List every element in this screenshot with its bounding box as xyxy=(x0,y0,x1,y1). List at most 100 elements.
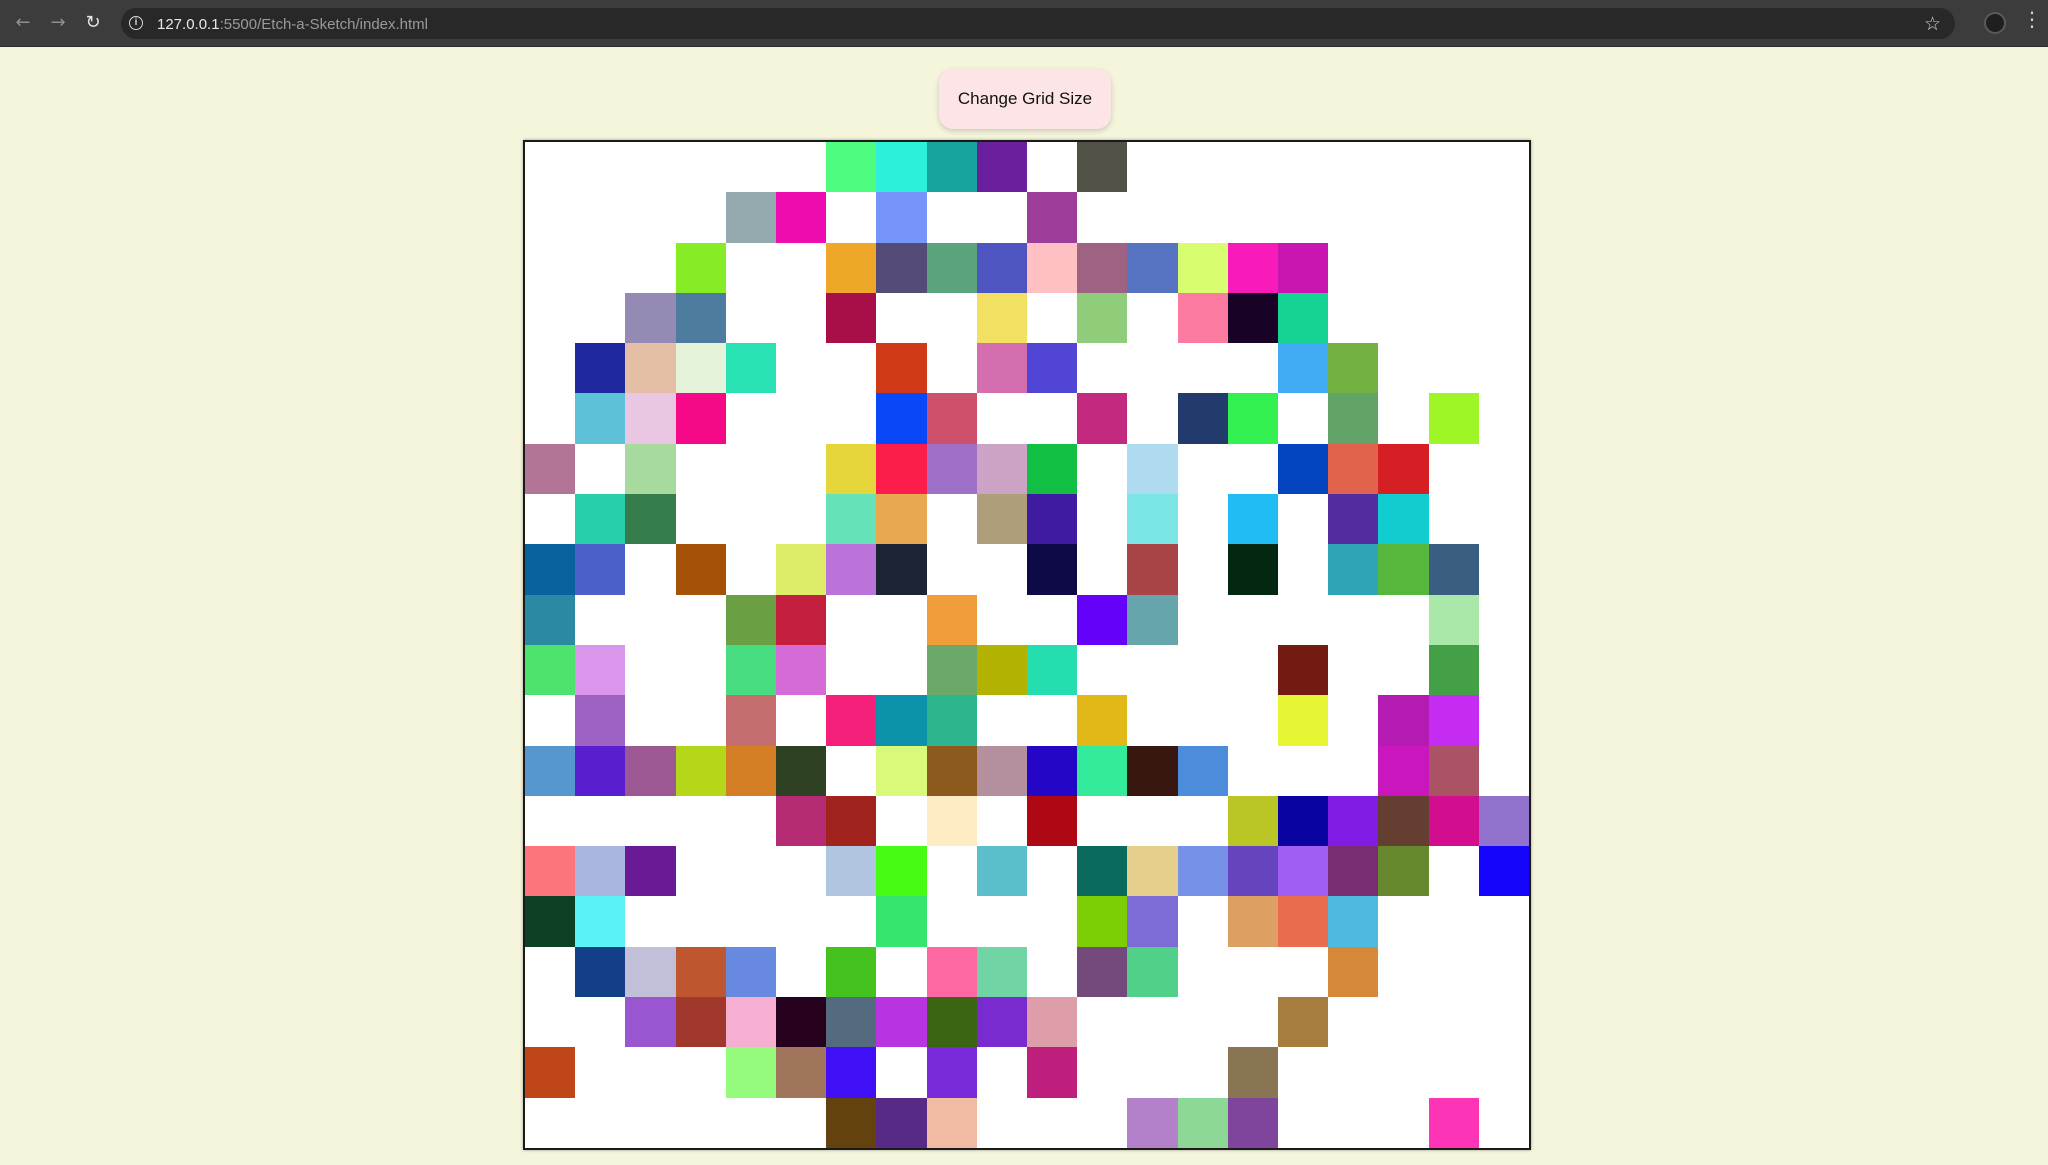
grid-cell[interactable] xyxy=(725,494,776,545)
grid-cell[interactable] xyxy=(976,1047,1027,1098)
grid-cell[interactable] xyxy=(1378,443,1429,495)
grid-cell[interactable] xyxy=(1227,1047,1278,1098)
star-icon[interactable]: ☆ xyxy=(1924,13,1941,35)
grid-cell[interactable] xyxy=(876,494,927,545)
grid-cell[interactable] xyxy=(826,695,877,746)
grid-cell[interactable] xyxy=(1378,997,1429,1048)
grid-cell[interactable] xyxy=(1428,393,1479,444)
grid-cell[interactable] xyxy=(926,1047,977,1098)
grid-cell[interactable] xyxy=(1428,292,1479,344)
info-icon[interactable]: i xyxy=(129,16,143,30)
grid-cell[interactable] xyxy=(725,846,776,897)
grid-cell[interactable] xyxy=(675,393,726,444)
grid-cell[interactable] xyxy=(1428,997,1479,1048)
grid-cell[interactable] xyxy=(1227,997,1278,1048)
grid-cell[interactable] xyxy=(976,745,1027,796)
grid-cell[interactable] xyxy=(1127,1097,1178,1148)
grid-cell[interactable] xyxy=(826,644,877,696)
grid-cell[interactable] xyxy=(525,1047,576,1098)
grid-cell[interactable] xyxy=(776,292,827,344)
grid-cell[interactable] xyxy=(675,846,726,897)
grid-cell[interactable] xyxy=(1378,745,1429,796)
grid-cell[interactable] xyxy=(1478,192,1529,243)
grid-cell[interactable] xyxy=(675,997,726,1048)
grid-cell[interactable] xyxy=(625,594,676,645)
grid-cell[interactable] xyxy=(976,695,1027,746)
grid-cell[interactable] xyxy=(1227,192,1278,243)
menu-icon[interactable]: ⋮ xyxy=(2022,9,2042,29)
grid-cell[interactable] xyxy=(1328,242,1379,293)
grid-cell[interactable] xyxy=(575,443,626,495)
grid-cell[interactable] xyxy=(1027,695,1078,746)
grid-cell[interactable] xyxy=(1227,292,1278,344)
grid-cell[interactable] xyxy=(1278,946,1329,998)
address-bar[interactable]: i 127.0.0.1:5500/Etch-a-Sketch/index.htm… xyxy=(121,8,1955,39)
grid-cell[interactable] xyxy=(1278,896,1329,947)
grid-cell[interactable] xyxy=(1478,846,1529,897)
grid-cell[interactable] xyxy=(1227,795,1278,847)
grid-cell[interactable] xyxy=(1177,242,1228,293)
grid-cell[interactable] xyxy=(1077,292,1128,344)
grid-cell[interactable] xyxy=(1278,292,1329,344)
grid-cell[interactable] xyxy=(926,594,977,645)
grid-cell[interactable] xyxy=(1428,946,1479,998)
grid-cell[interactable] xyxy=(1278,846,1329,897)
grid-cell[interactable] xyxy=(776,695,827,746)
grid-cell[interactable] xyxy=(1278,142,1329,193)
grid-cell[interactable] xyxy=(926,1097,977,1148)
grid-cell[interactable] xyxy=(1077,343,1128,394)
grid-cell[interactable] xyxy=(1127,745,1178,796)
grid-cell[interactable] xyxy=(976,946,1027,998)
grid-cell[interactable] xyxy=(675,644,726,696)
grid-cell[interactable] xyxy=(1177,946,1228,998)
grid-cell[interactable] xyxy=(525,544,576,595)
grid-cell[interactable] xyxy=(926,644,977,696)
grid-cell[interactable] xyxy=(976,242,1027,293)
grid-cell[interactable] xyxy=(625,343,676,394)
grid-cell[interactable] xyxy=(976,594,1027,645)
grid-cell[interactable] xyxy=(1077,393,1128,444)
grid-cell[interactable] xyxy=(625,997,676,1048)
sketch-grid[interactable] xyxy=(523,140,1531,1150)
grid-cell[interactable] xyxy=(1227,242,1278,293)
grid-cell[interactable] xyxy=(1127,896,1178,947)
grid-cell[interactable] xyxy=(826,393,877,444)
grid-cell[interactable] xyxy=(826,946,877,998)
grid-cell[interactable] xyxy=(1127,343,1178,394)
grid-cell[interactable] xyxy=(525,192,576,243)
grid-cell[interactable] xyxy=(1027,192,1078,243)
grid-cell[interactable] xyxy=(1027,343,1078,394)
grid-cell[interactable] xyxy=(525,745,576,796)
grid-cell[interactable] xyxy=(1478,896,1529,947)
grid-cell[interactable] xyxy=(1177,1047,1228,1098)
grid-cell[interactable] xyxy=(976,896,1027,947)
grid-cell[interactable] xyxy=(1478,142,1529,193)
grid-cell[interactable] xyxy=(1378,795,1429,847)
grid-cell[interactable] xyxy=(1328,192,1379,243)
grid-cell[interactable] xyxy=(675,242,726,293)
grid-cell[interactable] xyxy=(625,443,676,495)
grid-cell[interactable] xyxy=(1478,594,1529,645)
grid-cell[interactable] xyxy=(625,846,676,897)
grid-cell[interactable] xyxy=(826,292,877,344)
grid-cell[interactable] xyxy=(776,896,827,947)
grid-cell[interactable] xyxy=(625,544,676,595)
grid-cell[interactable] xyxy=(725,695,776,746)
grid-cell[interactable] xyxy=(976,292,1027,344)
grid-cell[interactable] xyxy=(575,695,626,746)
grid-cell[interactable] xyxy=(1428,695,1479,746)
grid-cell[interactable] xyxy=(976,544,1027,595)
grid-cell[interactable] xyxy=(1227,644,1278,696)
grid-cell[interactable] xyxy=(976,142,1027,193)
grid-cell[interactable] xyxy=(1478,343,1529,394)
grid-cell[interactable] xyxy=(625,695,676,746)
grid-cell[interactable] xyxy=(575,846,626,897)
grid-cell[interactable] xyxy=(1378,896,1429,947)
grid-cell[interactable] xyxy=(725,1097,776,1148)
grid-cell[interactable] xyxy=(876,644,927,696)
grid-cell[interactable] xyxy=(725,1047,776,1098)
grid-cell[interactable] xyxy=(1227,846,1278,897)
grid-cell[interactable] xyxy=(776,242,827,293)
grid-cell[interactable] xyxy=(525,946,576,998)
grid-cell[interactable] xyxy=(1077,745,1128,796)
